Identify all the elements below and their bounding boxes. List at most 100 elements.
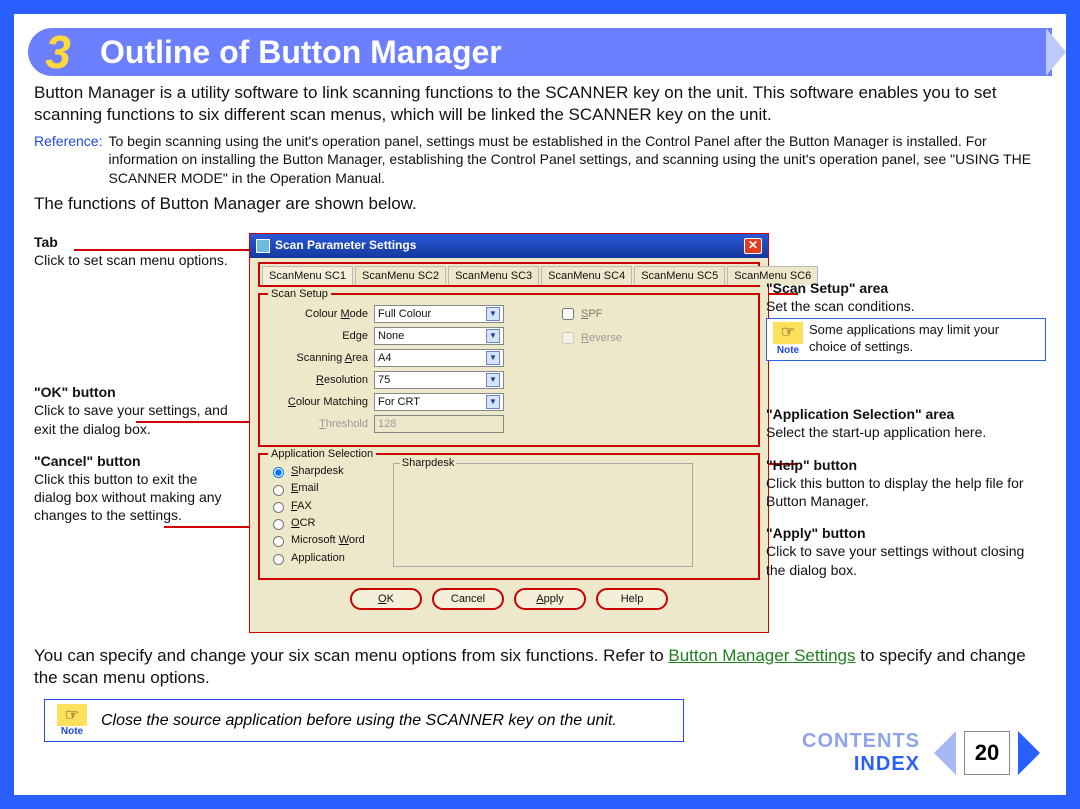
callout-scan-setup: "Scan Setup" area Set the scan condition…	[766, 279, 1046, 361]
note-icon: ☞ Note	[773, 322, 803, 357]
functions-intro: The functions of Button Manager are show…	[34, 193, 1046, 215]
callout-cancel-title: "Cancel" button	[34, 452, 234, 470]
pointing-hand-icon: ☞	[773, 322, 803, 344]
tab-sc4[interactable]: ScanMenu SC4	[541, 266, 632, 285]
title-arrow-icon	[1046, 28, 1066, 76]
contents-link[interactable]: CONTENTS	[802, 731, 920, 752]
prev-page-icon[interactable]	[934, 731, 956, 775]
radio-fax[interactable]: FAX	[268, 499, 365, 513]
outro-a: You can specify and change your six scan…	[34, 646, 668, 665]
tab-strip: ScanMenu SC1 ScanMenu SC2 ScanMenu SC3 S…	[258, 262, 760, 287]
reference-block: Reference: To begin scanning using the u…	[34, 132, 1046, 187]
callout-apply-text: Click to save your settings without clos…	[766, 542, 1046, 578]
scanning-area-select[interactable]: A4▼	[374, 349, 504, 367]
tab-sc1[interactable]: ScanMenu SC1	[262, 266, 353, 285]
callout-cancel: "Cancel" button Click this button to exi…	[34, 452, 234, 525]
cancel-button[interactable]: Cancel	[432, 588, 504, 610]
chevron-down-icon: ▼	[486, 351, 500, 365]
callout-tab-text: Click to set scan menu options.	[34, 251, 234, 269]
leader-line	[136, 421, 256, 423]
scan-parameter-dialog: Scan Parameter Settings ✕ ScanMenu SC1 S…	[249, 233, 769, 633]
tab-sc5[interactable]: ScanMenu SC5	[634, 266, 725, 285]
diagram-area: Tab Click to set scan menu options. "OK"…	[34, 221, 1046, 641]
scanning-area-row: Scanning Area A4▼	[268, 349, 504, 367]
note-label: Note	[61, 726, 83, 737]
app-sub-group: Sharpdesk	[393, 463, 693, 567]
note-label: Note	[777, 344, 799, 357]
tab-sc2[interactable]: ScanMenu SC2	[355, 266, 446, 285]
application-selection-area: Application Selection Sharpdesk Email FA…	[258, 453, 760, 580]
callouts-right: "Scan Setup" area Set the scan condition…	[766, 279, 1046, 579]
resolution-row: Resolution 75▼	[268, 371, 504, 389]
app-selection-label: Application Selection	[268, 447, 376, 461]
reference-text: To begin scanning using the unit's opera…	[108, 132, 1046, 187]
callout-app-text: Select the start-up application here.	[766, 423, 1046, 441]
chapter-title-bar: 3 Outline of Button Manager	[28, 28, 1052, 76]
apply-button[interactable]: Apply	[514, 588, 586, 610]
reverse-checkbox: Reverse	[558, 329, 622, 347]
callout-tab: Tab Click to set scan menu options.	[34, 233, 234, 269]
callouts-left: Tab Click to set scan menu options. "OK"…	[34, 233, 234, 539]
colour-matching-select[interactable]: For CRT▼	[374, 393, 504, 411]
radio-ocr[interactable]: OCR	[268, 516, 365, 530]
footer-nav: CONTENTS INDEX 20	[802, 731, 1040, 775]
reference-label: Reference:	[34, 132, 102, 187]
footer-links: CONTENTS INDEX	[802, 731, 920, 775]
outro-paragraph: You can specify and change your six scan…	[34, 645, 1046, 689]
bottom-note-text: Close the source application before usin…	[101, 712, 617, 730]
dialog-button-row: OK Cancel Apply Help	[258, 588, 760, 610]
dialog-title: Scan Parameter Settings	[275, 238, 416, 254]
help-button[interactable]: Help	[596, 588, 668, 610]
note-text: Some applications may limit your choice …	[809, 322, 1039, 357]
callout-ok-title: "OK" button	[34, 383, 234, 401]
callout-app-title: "Application Selection" area	[766, 405, 1046, 423]
chevron-down-icon: ▼	[486, 395, 500, 409]
chapter-number: 3	[34, 24, 82, 80]
ok-button[interactable]: OK	[350, 588, 422, 610]
callout-apply: "Apply" button Click to save your settin…	[766, 524, 1046, 579]
resolution-label: Resolution	[268, 373, 368, 387]
callout-help: "Help" button Click this button to displ…	[766, 456, 1046, 511]
dialog-titlebar: Scan Parameter Settings ✕	[250, 234, 768, 258]
scan-setup-area: Scan Setup Colour Mode Full Colour▼ Edge…	[258, 293, 760, 447]
radio-application[interactable]: Application	[268, 551, 365, 565]
tab-sc3[interactable]: ScanMenu SC3	[448, 266, 539, 285]
resolution-select[interactable]: 75▼	[374, 371, 504, 389]
leader-line	[164, 526, 256, 528]
page: 3 Outline of Button Manager Button Manag…	[0, 0, 1080, 809]
chevron-down-icon: ▼	[486, 329, 500, 343]
radio-sharpdesk[interactable]: Sharpdesk	[268, 464, 365, 478]
intro-paragraph: Button Manager is a utility software to …	[34, 82, 1046, 126]
callout-help-text: Click this button to display the help fi…	[766, 474, 1046, 510]
radio-msword[interactable]: Microsoft Word	[268, 533, 365, 547]
callout-help-title: "Help" button	[766, 456, 1046, 474]
colour-matching-label: Colour Matching	[268, 395, 368, 409]
leader-line	[74, 249, 264, 251]
edge-label: Edge	[268, 329, 368, 343]
edge-select[interactable]: None▼	[374, 327, 504, 345]
pointing-hand-icon: ☞	[57, 704, 87, 726]
colour-matching-row: Colour Matching For CRT▼	[268, 393, 504, 411]
callout-ok-text: Click to save your settings, and exit th…	[34, 401, 234, 437]
callout-apply-title: "Apply" button	[766, 524, 1046, 542]
threshold-field: 128	[374, 415, 504, 433]
colour-mode-row: Colour Mode Full Colour▼	[268, 305, 504, 323]
callout-cancel-text: Click this button to exit the dialog box…	[34, 470, 234, 525]
next-page-icon[interactable]	[1018, 731, 1040, 775]
bottom-note: ☞ Note Close the source application befo…	[44, 699, 684, 742]
button-manager-settings-link[interactable]: Button Manager Settings	[668, 646, 855, 665]
content-area: Button Manager is a utility software to …	[14, 82, 1066, 689]
scanning-area-label: Scanning Area	[268, 351, 368, 365]
callout-ok: "OK" button Click to save your settings,…	[34, 383, 234, 438]
note-box-scan: ☞ Note Some applications may limit your …	[766, 318, 1046, 361]
page-number: 20	[964, 731, 1010, 775]
edge-row: Edge None▼	[268, 327, 504, 345]
radio-email[interactable]: Email	[268, 481, 365, 495]
callout-scan-title: "Scan Setup" area	[766, 279, 1046, 297]
colour-mode-select[interactable]: Full Colour▼	[374, 305, 504, 323]
index-link[interactable]: INDEX	[802, 754, 920, 775]
callout-app-selection: "Application Selection" area Select the …	[766, 405, 1046, 441]
close-icon[interactable]: ✕	[744, 238, 762, 254]
chevron-down-icon: ▼	[486, 373, 500, 387]
spf-checkbox[interactable]: SPF	[558, 305, 622, 323]
